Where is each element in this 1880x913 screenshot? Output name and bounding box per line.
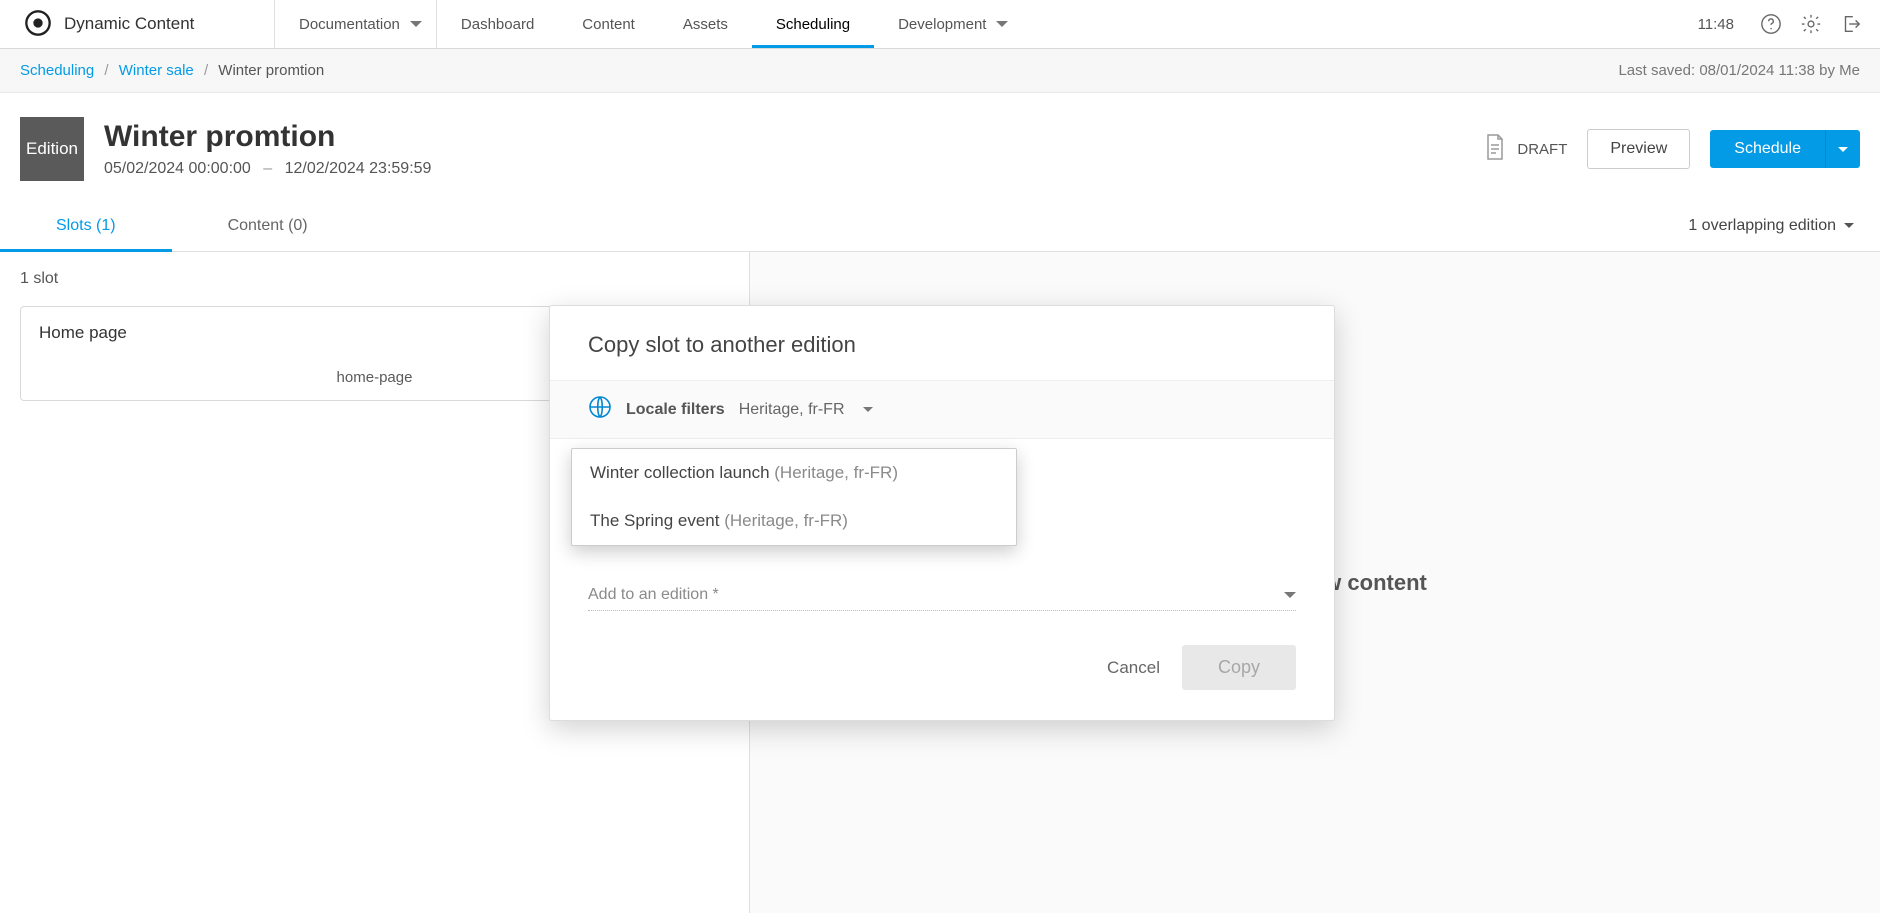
breadcrumb-separator: / (204, 62, 208, 79)
breadcrumb: Scheduling / Winter sale / Winter promti… (20, 62, 324, 79)
chevron-down-icon (1838, 147, 1848, 157)
event-option-name: The Spring event (590, 511, 724, 530)
document-icon (1483, 133, 1507, 165)
breadcrumb-separator: / (104, 62, 108, 79)
nav-documentation-label: Documentation (299, 16, 400, 33)
nav-assets-label: Assets (683, 16, 728, 33)
modal-actions: Cancel Copy (550, 637, 1334, 720)
cancel-button[interactable]: Cancel (1107, 658, 1160, 678)
breadcrumb-scheduling[interactable]: Scheduling (20, 62, 94, 79)
nav-spacer (1022, 0, 1679, 48)
brand-label: Dynamic Content (64, 14, 194, 34)
locale-filters-label: Locale filters (626, 401, 725, 419)
brand: Dynamic Content (0, 0, 275, 48)
slot-count: 1 slot (0, 252, 749, 298)
nav-content-label: Content (582, 16, 635, 33)
event-option-name: Winter collection launch (590, 463, 774, 482)
logout-icon[interactable] (1840, 13, 1862, 35)
date-end: 12/02/2024 23:59:59 (285, 160, 432, 177)
last-saved: Last saved: 08/01/2024 11:38 by Me (1618, 62, 1860, 79)
tab-slots[interactable]: Slots (1) (0, 201, 172, 251)
slot-title: Home page (39, 323, 127, 343)
date-range: 05/02/2024 00:00:00 – 12/02/2024 23:59:5… (104, 160, 431, 178)
chevron-down-icon (1844, 223, 1854, 233)
nav-development-label: Development (898, 16, 986, 33)
preview-button[interactable]: Preview (1587, 129, 1690, 169)
add-to-edition-select[interactable]: Add to an edition * (588, 586, 1296, 611)
page-title: Winter promtion (104, 120, 431, 154)
tab-content[interactable]: Content (0) (172, 201, 364, 251)
nav-scheduling[interactable]: Scheduling (752, 0, 874, 48)
event-option-locale: (Heritage, fr-FR) (724, 511, 848, 530)
status-label: DRAFT (1517, 141, 1567, 158)
chevron-down-icon (996, 21, 1008, 33)
overlapping-label: 1 overlapping edition (1688, 217, 1836, 235)
time-picker[interactable]: 11:48 (1698, 16, 1742, 33)
add-to-edition-placeholder: Add to an edition * (588, 586, 719, 604)
title-block: Winter promtion 05/02/2024 00:00:00 – 12… (104, 120, 431, 178)
schedule-button-group: Schedule (1710, 130, 1860, 168)
globe-icon (588, 395, 612, 424)
tabs: Slots (1) Content (0) (0, 201, 364, 251)
nav-content[interactable]: Content (558, 0, 659, 48)
nav-documentation[interactable]: Documentation (275, 0, 437, 48)
event-option-locale: (Heritage, fr-FR) (774, 463, 898, 482)
page-header-left: Edition Winter promtion 05/02/2024 00:00… (20, 117, 431, 181)
page-header-right: DRAFT Preview Schedule (1483, 129, 1860, 169)
chevron-down-icon (410, 21, 422, 33)
breadcrumb-bar: Scheduling / Winter sale / Winter promti… (0, 49, 1880, 93)
top-app-bar: Dynamic Content Documentation Dashboard … (0, 0, 1880, 49)
nav-dashboard-label: Dashboard (461, 16, 534, 33)
schedule-dropdown-button[interactable] (1825, 130, 1860, 168)
nav-development[interactable]: Development (874, 0, 1022, 48)
locale-filters[interactable]: Locale filters Heritage, fr-FR (550, 380, 1334, 439)
time-value: 11:48 (1698, 16, 1734, 33)
choose-event-dropdown: Winter collection launch (Heritage, fr-F… (571, 448, 1017, 546)
nav-right: 11:48 (1680, 0, 1880, 48)
locale-filters-value: Heritage, fr-FR (739, 401, 845, 419)
help-icon[interactable] (1760, 13, 1782, 35)
date-start: 05/02/2024 00:00:00 (104, 160, 251, 177)
date-range-dash: – (263, 160, 272, 177)
nav-dashboard[interactable]: Dashboard (437, 0, 558, 48)
chevron-down-icon (1284, 592, 1296, 604)
status-badge: DRAFT (1483, 133, 1567, 165)
page-header: Edition Winter promtion 05/02/2024 00:00… (0, 93, 1880, 193)
nav-assets[interactable]: Assets (659, 0, 752, 48)
modal-title: Copy slot to another edition (550, 306, 1334, 380)
schedule-button[interactable]: Schedule (1710, 130, 1825, 168)
edition-badge: Edition (20, 117, 84, 181)
nav-scheduling-label: Scheduling (776, 16, 850, 33)
overlapping-editions[interactable]: 1 overlapping edition (1682, 217, 1860, 235)
chevron-down-icon (863, 407, 873, 417)
gear-icon[interactable] (1800, 13, 1822, 35)
event-option[interactable]: The Spring event (Heritage, fr-FR) (572, 497, 1016, 545)
copy-button[interactable]: Copy (1182, 645, 1296, 690)
breadcrumb-current: Winter promtion (218, 62, 324, 79)
brand-logo-icon (24, 9, 52, 40)
breadcrumb-winter-sale[interactable]: Winter sale (119, 62, 194, 79)
tabs-row: Slots (1) Content (0) 1 overlapping edit… (0, 201, 1880, 252)
event-option[interactable]: Winter collection launch (Heritage, fr-F… (572, 449, 1016, 497)
